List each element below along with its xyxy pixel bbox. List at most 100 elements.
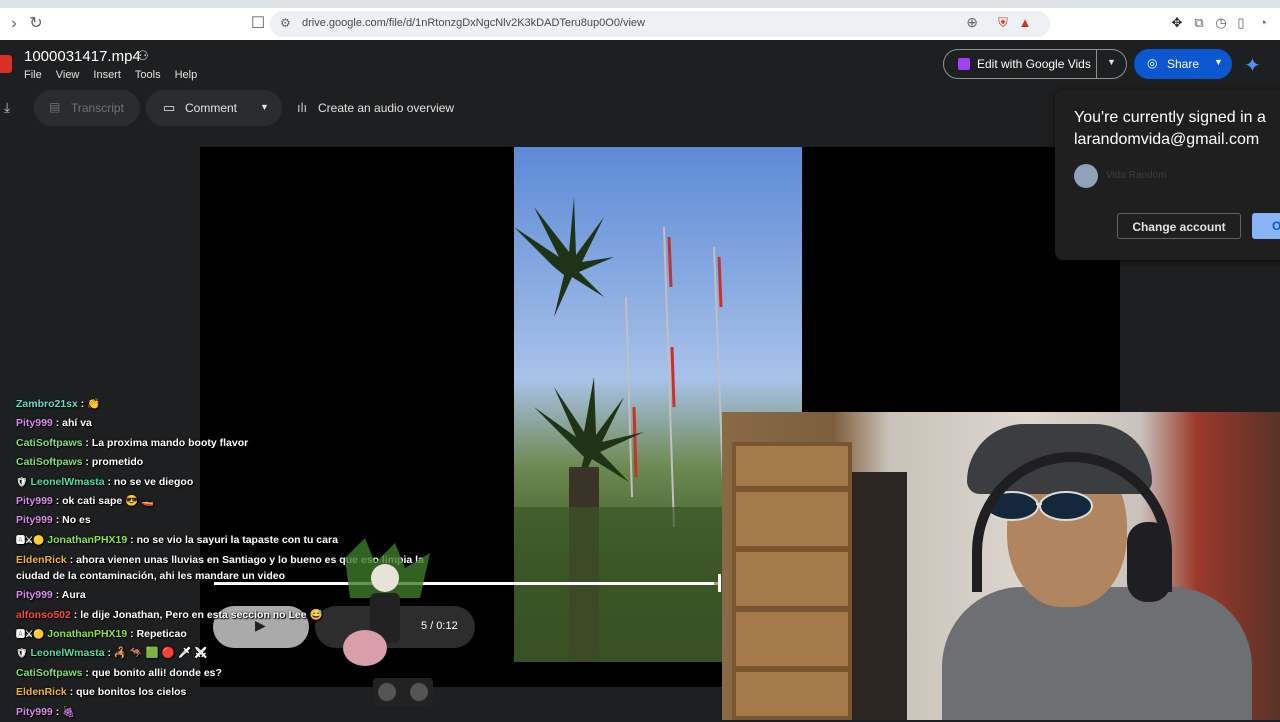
chat-username[interactable]: alfonso502 bbox=[16, 609, 71, 621]
chat-username[interactable]: Pity999 bbox=[16, 514, 53, 526]
chat-message: Pity999 : ok cati sape 😎 🚤 bbox=[16, 492, 436, 511]
doorway bbox=[852, 472, 907, 720]
shelf-board bbox=[736, 606, 848, 612]
chat-separator: : bbox=[52, 417, 63, 430]
chat-text: Aura bbox=[61, 589, 86, 602]
comment-icon: ▭ bbox=[163, 100, 176, 115]
site-info-icon[interactable]: ⚙ bbox=[280, 16, 291, 30]
chevron-down-icon[interactable]: ▼ bbox=[260, 102, 269, 112]
share-label: Share bbox=[1167, 57, 1200, 71]
chat-text: que bonito alli! donde es? bbox=[91, 666, 222, 679]
chat-username[interactable]: Zambro21sx bbox=[16, 398, 78, 410]
change-account-label: Change account bbox=[1132, 220, 1226, 234]
forward-icon[interactable]: › bbox=[4, 14, 24, 34]
chat-separator: : bbox=[66, 554, 77, 567]
chat-text: no se vio la sayuri la tapaste con tu ca… bbox=[136, 533, 338, 546]
gemini-icon[interactable]: ✦ bbox=[1244, 53, 1261, 78]
ok-label: O bbox=[1272, 219, 1280, 233]
extension-icon[interactable]: ✥ bbox=[1168, 14, 1186, 32]
chevron-down-icon[interactable]: ▼ bbox=[1107, 57, 1116, 67]
chat-text: 👏 bbox=[87, 398, 101, 410]
webcam-overlay bbox=[722, 412, 1280, 720]
puzzle-icon[interactable]: ⧉ bbox=[1190, 14, 1208, 32]
chat-text: prometido bbox=[91, 456, 144, 469]
chat-username[interactable]: EldenRick bbox=[16, 554, 67, 566]
history-icon[interactable]: ◷ bbox=[1212, 14, 1230, 32]
menu-help[interactable]: Help bbox=[175, 69, 198, 81]
browser-tab-strip bbox=[0, 0, 1280, 8]
chat-text: que bonitos los cielos bbox=[76, 686, 187, 699]
chat-username[interactable]: Pity999 bbox=[16, 706, 53, 718]
avatar bbox=[1074, 164, 1098, 188]
ok-button[interactable]: O bbox=[1252, 213, 1280, 239]
chat-username[interactable]: CatiSoftpaws bbox=[16, 437, 83, 449]
menu-view[interactable]: View bbox=[56, 69, 80, 81]
chat-text: ahí va bbox=[62, 417, 92, 430]
extension-triangle-icon[interactable]: ▲ bbox=[1016, 14, 1034, 32]
edit-with-vids-button[interactable]: Edit with Google Vids ▼ bbox=[943, 49, 1127, 79]
chat-username[interactable]: CatiSoftpaws bbox=[16, 456, 83, 468]
url-box[interactable]: ⚙ drive.google.com/file/d/1nRtonzgDxNgcN… bbox=[270, 11, 1050, 37]
chat-username[interactable]: LeonelWmasta bbox=[30, 476, 104, 488]
chat-message: Zambro21sx : 👏 bbox=[16, 395, 436, 414]
reload-icon[interactable]: ↻ bbox=[26, 14, 46, 34]
chat-separator: : bbox=[127, 628, 137, 641]
chat-separator: : bbox=[52, 514, 63, 527]
chat-text: La proxima mando booty flavor bbox=[91, 436, 249, 449]
vids-icon bbox=[958, 58, 970, 70]
download-icon[interactable]: ⤓ bbox=[4, 99, 10, 116]
sidepanel-icon[interactable]: ▯ bbox=[1232, 14, 1250, 32]
menu-bar: File View Insert Tools Help bbox=[24, 69, 197, 81]
chat-separator: : bbox=[77, 398, 88, 410]
comment-button[interactable]: ▭ Comment ▼ bbox=[146, 90, 282, 126]
chat-separator: : bbox=[66, 686, 77, 699]
chat-message: Pity999 : ahí va bbox=[16, 414, 436, 433]
chat-separator: : bbox=[52, 495, 63, 508]
file-title: 1000031417.mp4 bbox=[24, 48, 141, 65]
chat-separator: : bbox=[52, 705, 63, 718]
vids-label: Edit with Google Vids bbox=[977, 57, 1091, 71]
chat-text: le dije Jonathan, Pero en esta seccion n… bbox=[80, 608, 323, 621]
account-popover: You're currently signed in a larandomvid… bbox=[1055, 90, 1280, 260]
chat-username[interactable]: CatiSoftpaws bbox=[16, 667, 83, 679]
chat-username[interactable]: Pity999 bbox=[16, 417, 53, 429]
bookmark-icon[interactable]: ☐ bbox=[248, 14, 268, 34]
chat-message: Pity999 : No es bbox=[16, 511, 436, 530]
shelf-board bbox=[736, 666, 848, 672]
transcript-icon: ▤ bbox=[49, 100, 61, 114]
transcript-button[interactable]: ▤ Transcript bbox=[34, 90, 140, 126]
change-account-button[interactable]: Change account bbox=[1117, 213, 1241, 239]
menu-file[interactable]: File bbox=[24, 69, 42, 81]
chat-username[interactable]: LeonelWmasta bbox=[30, 647, 104, 659]
comment-label: Comment bbox=[185, 101, 238, 115]
chat-separator: : bbox=[104, 647, 114, 660]
chat-message: CatiSoftpaws : La proxima mando booty fl… bbox=[16, 434, 436, 453]
url-text: drive.google.com/file/d/1nRtonzgDxNgcNlv… bbox=[302, 17, 645, 29]
chat-username[interactable]: JonathanPHX19 bbox=[47, 534, 127, 546]
chat-separator: : bbox=[70, 608, 81, 621]
shelf-board bbox=[736, 486, 848, 492]
extension-shield-icon[interactable]: ⛨ bbox=[994, 14, 1012, 32]
zoom-icon[interactable]: ⊕ bbox=[966, 14, 978, 31]
divider bbox=[1096, 50, 1097, 78]
chat-username[interactable]: Pity999 bbox=[16, 495, 53, 507]
chat-badge: 🅰⚔🟡 bbox=[16, 534, 45, 545]
chat-separator: : bbox=[104, 475, 114, 488]
menu-insert[interactable]: Insert bbox=[93, 69, 121, 81]
browser-address-bar: › ↻ ☐ ⚙ drive.google.com/file/d/1nRtonzg… bbox=[0, 8, 1280, 40]
chat-username[interactable]: Pity999 bbox=[16, 589, 53, 601]
person-body bbox=[942, 587, 1252, 720]
chat-text: ok cati sape 😎 🚤 bbox=[62, 495, 155, 508]
share-button[interactable]: ◎ Share ▼ bbox=[1134, 49, 1232, 79]
create-audio-overview-button[interactable]: Create an audio overview bbox=[318, 101, 454, 115]
chat-separator: : bbox=[52, 589, 62, 602]
profile-icon[interactable]: ◔ bbox=[1254, 14, 1272, 32]
chat-username[interactable]: JonathanPHX19 bbox=[47, 628, 127, 640]
chat-username[interactable]: EldenRick bbox=[16, 686, 67, 698]
menu-tools[interactable]: Tools bbox=[135, 69, 161, 81]
globe-icon: ◎ bbox=[1147, 56, 1158, 70]
shared-user-icon[interactable]: ⚇ bbox=[137, 48, 149, 64]
chevron-down-icon[interactable]: ▼ bbox=[1214, 57, 1223, 67]
chat-badge: 🛡 bbox=[16, 476, 28, 487]
progress-thumb[interactable] bbox=[718, 574, 721, 592]
